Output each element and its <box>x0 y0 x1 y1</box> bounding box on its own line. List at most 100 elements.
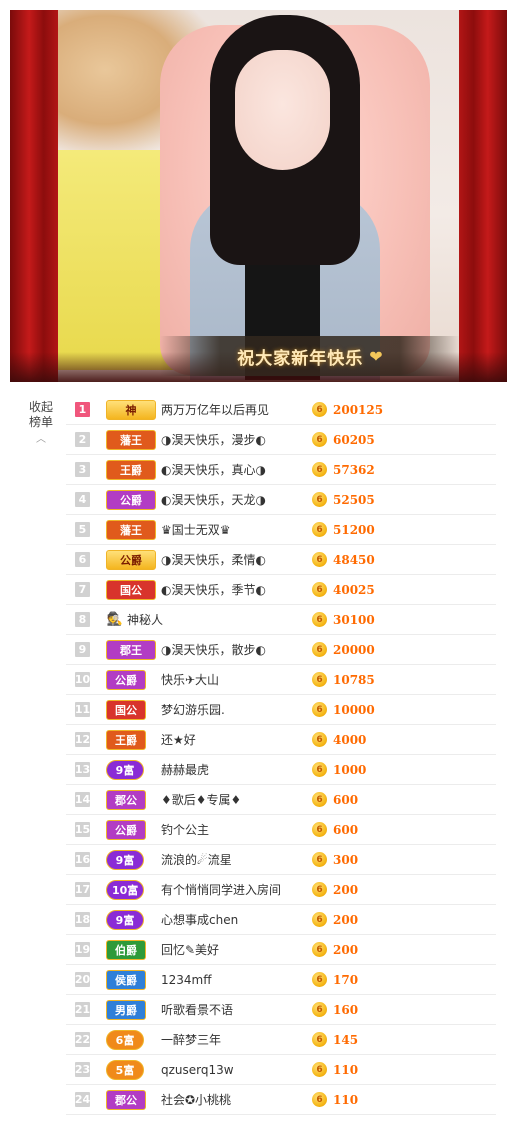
leaderboard-row[interactable]: 20 侯爵 1234mff 6 170 <box>66 965 496 995</box>
collapse-leaderboard-button[interactable]: 收起 榜单 ︿ <box>24 400 58 447</box>
user-nickname[interactable]: ◑淏天快乐，散步◐ <box>161 641 266 658</box>
coin-icon: 6 <box>312 402 327 417</box>
coin-icon: 6 <box>312 942 327 957</box>
user-nickname[interactable]: 听歌看景不语 <box>161 1001 233 1018</box>
user-rank-badge: 郡公 <box>106 789 146 810</box>
user-rank-badge: 郡王 <box>106 639 156 660</box>
coin-icon: 6 <box>312 522 327 537</box>
leaderboard-row[interactable]: 23 5富 qzuserq13w 6 110 <box>66 1055 496 1085</box>
leaderboard-row[interactable]: 14 郡公 ♦歌后♦专属♦ 6 600 <box>66 785 496 815</box>
coin-icon: 6 <box>312 1062 327 1077</box>
leaderboard-row[interactable]: 9 郡王 ◑淏天快乐，散步◐ 6 20000 <box>66 635 496 665</box>
contribution-score: 48450 <box>333 552 375 567</box>
user-nickname[interactable]: 快乐✈大山 <box>161 671 219 688</box>
leaderboard-row[interactable]: 1 神两万万亿年以后再见 6 200125 <box>66 395 496 425</box>
leaderboard-row[interactable]: 3 王爵 ◐淏天快乐，真心◑ 6 57362 <box>66 455 496 485</box>
user-nickname[interactable]: 钓个公主 <box>161 821 209 838</box>
leaderboard-row[interactable]: 6 公爵 ◑淏天快乐，柔情◐ 6 48450 <box>66 545 496 575</box>
coin-icon: 6 <box>312 972 327 987</box>
user-nickname[interactable]: ◐淏天快乐，真心◑ <box>161 461 266 478</box>
leaderboard-row[interactable]: 12 王爵 还★好 6 4000 <box>66 725 496 755</box>
leaderboard-row[interactable]: 15 公爵 钓个公主 6 600 <box>66 815 496 845</box>
rank-number: 23 <box>74 1062 91 1077</box>
user-nickname[interactable]: 回忆✎美好 <box>161 941 219 958</box>
user-nickname[interactable]: ◑淏天快乐，漫步◐ <box>161 431 266 448</box>
rank-number: 10 <box>74 672 91 687</box>
contribution-score: 57362 <box>333 462 375 477</box>
contribution-score: 200 <box>333 942 359 957</box>
mystery-user-icon: 🕵 <box>106 612 124 627</box>
user-rank-badge: 9富 <box>106 759 144 780</box>
rank-number: 9 <box>75 642 90 657</box>
rank-number: 17 <box>74 882 91 897</box>
coin-icon: 6 <box>312 642 327 657</box>
rank-number: 12 <box>74 732 91 747</box>
user-nickname[interactable]: 神秘人 <box>127 611 163 628</box>
coin-icon: 6 <box>312 432 327 447</box>
user-nickname[interactable]: qzuserq13w <box>161 1063 234 1077</box>
rank-number: 21 <box>74 1002 91 1017</box>
contribution-score: 145 <box>333 1032 359 1047</box>
contribution-score: 160 <box>333 1002 359 1017</box>
rank-number: 22 <box>74 1032 91 1047</box>
coin-icon: 6 <box>312 1092 327 1107</box>
rank-number: 13 <box>74 762 91 777</box>
user-nickname[interactable]: 1234mff <box>161 973 212 987</box>
user-nickname[interactable]: 有个悄悄同学进入房间 <box>161 881 281 898</box>
contribution-score: 10000 <box>333 702 375 717</box>
contribution-score: 170 <box>333 972 359 987</box>
user-nickname[interactable]: 一醉梦三年 <box>161 1031 221 1048</box>
collapse-label-line2: 榜单 <box>28 415 53 429</box>
leaderboard-row[interactable]: 22 6富 一醉梦三年 6 145 <box>66 1025 496 1055</box>
rank-number: 14 <box>74 792 91 807</box>
user-nickname[interactable]: 梦幻游乐园. <box>161 701 225 718</box>
leaderboard-row[interactable]: 8 🕵 神秘人 6 30100 <box>66 605 496 635</box>
user-rank-badge: 王爵 <box>106 459 156 480</box>
leaderboard-row[interactable]: 18 9富 心想事成chen 6 200 <box>66 905 496 935</box>
video-curtain-left <box>10 10 58 382</box>
leaderboard-row[interactable]: 2 藩王 ◑淏天快乐，漫步◐ 6 60205 <box>66 425 496 455</box>
coin-icon: 6 <box>312 732 327 747</box>
rank-number: 7 <box>75 582 90 597</box>
video-streamer-face <box>235 50 330 170</box>
leaderboard-row[interactable]: 16 9富 流浪的☄流星 6 300 <box>66 845 496 875</box>
user-nickname[interactable]: 心想事成chen <box>161 911 238 928</box>
rank-number: 15 <box>74 822 91 837</box>
user-nickname[interactable]: ◑淏天快乐，柔情◐ <box>161 551 266 568</box>
user-nickname[interactable]: 两万万亿年以后再见 <box>161 401 269 418</box>
leaderboard-row[interactable]: 17 10富 有个悄悄同学进入房间 6 200 <box>66 875 496 905</box>
user-nickname[interactable]: ◐淏天快乐，季节◐ <box>161 581 266 598</box>
user-rank-badge: 9富 <box>106 909 144 930</box>
user-rank-badge: 5富 <box>106 1059 144 1080</box>
leaderboard-row[interactable]: 19 伯爵 回忆✎美好 6 200 <box>66 935 496 965</box>
leaderboard-row[interactable]: 21 男爵 听歌看景不语 6 160 <box>66 995 496 1025</box>
user-nickname[interactable]: 社会✪小桃桃 <box>161 1091 231 1108</box>
contribution-score: 20000 <box>333 642 375 657</box>
coin-icon: 6 <box>312 492 327 507</box>
contribution-score: 51200 <box>333 522 375 537</box>
leaderboard-row[interactable]: 7 国公 ◐淏天快乐，季节◐ 6 40025 <box>66 575 496 605</box>
user-rank-badge: 公爵 <box>106 669 146 690</box>
leaderboard-row[interactable]: 13 9富 赫赫最虎 6 1000 <box>66 755 496 785</box>
leaderboard-row[interactable]: 24 郡公 社会✪小桃桃 6 110 <box>66 1085 496 1115</box>
coin-icon: 6 <box>312 702 327 717</box>
leaderboard-row[interactable]: 10 公爵 快乐✈大山 6 10785 <box>66 665 496 695</box>
leaderboard-row[interactable]: 4 公爵 ◐淏天快乐，天龙◑ 6 52505 <box>66 485 496 515</box>
user-nickname[interactable]: 赫赫最虎 <box>161 761 209 778</box>
leaderboard-row[interactable]: 11 国公 梦幻游乐园. 6 10000 <box>66 695 496 725</box>
user-nickname[interactable]: 流浪的☄流星 <box>161 851 232 868</box>
contribution-score: 600 <box>333 822 359 837</box>
user-nickname[interactable]: ♛国士无双♛ <box>161 521 231 538</box>
coin-icon: 6 <box>312 462 327 477</box>
leaderboard-row[interactable]: 5 藩王 ♛国士无双♛ 6 51200 <box>66 515 496 545</box>
rank-number: 6 <box>75 552 90 567</box>
user-nickname[interactable]: ♦歌后♦专属♦ <box>161 791 241 808</box>
user-nickname[interactable]: 还★好 <box>161 731 196 748</box>
user-nickname[interactable]: ◐淏天快乐，天龙◑ <box>161 491 266 508</box>
coin-icon: 6 <box>312 912 327 927</box>
live-video-player[interactable]: 祝大家新年快乐 ❤ <box>10 10 507 382</box>
coin-icon: 6 <box>312 852 327 867</box>
contribution-score: 200 <box>333 882 359 897</box>
rank-number: 3 <box>75 462 90 477</box>
rank-number: 24 <box>74 1092 91 1107</box>
